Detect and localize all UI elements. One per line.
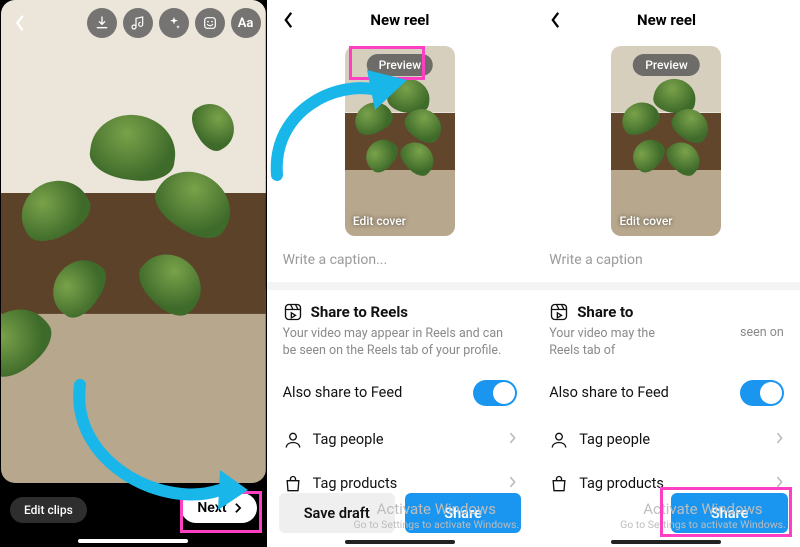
person-icon [283, 430, 303, 450]
also-share-label: Also share to Feed [549, 384, 669, 401]
screen-new-reel-2: New reel Preview Edit cover Write a capt… [267, 0, 534, 547]
caption-input[interactable]: Write a caption [533, 240, 800, 282]
windows-watermark: Activate Windows Go to Settings to activ… [353, 500, 519, 531]
tag-people-row[interactable]: Tag people [267, 418, 534, 462]
tag-people-row[interactable]: Tag people [533, 418, 800, 462]
home-indicator [78, 539, 188, 543]
plant-illustration [349, 64, 451, 218]
chevron-right-icon [775, 430, 784, 449]
share-section-subtitle: Your video may appear in Reels and can b… [283, 326, 518, 360]
person-icon [549, 430, 569, 450]
reels-icon [283, 302, 303, 322]
caption-input[interactable]: Write a caption... [267, 240, 534, 282]
header: New reel [533, 0, 800, 40]
annotation-box-preview [349, 46, 425, 80]
share-to-reels-section: Share to Reels Your video may appear in … [267, 290, 534, 368]
sticker-icon[interactable] [195, 8, 225, 38]
back-button[interactable] [6, 9, 34, 37]
edit-clips-button[interactable]: Edit clips [10, 497, 87, 523]
also-share-label: Also share to Feed [283, 384, 403, 401]
text-icon[interactable]: Aa [231, 8, 261, 38]
screen-new-reel-3: New reel Preview Edit cover Write a capt… [533, 0, 800, 547]
home-indicator [611, 540, 721, 544]
share-section-title: Share to Reels [311, 303, 408, 321]
plant-illustration [615, 64, 717, 218]
download-icon[interactable] [87, 8, 117, 38]
also-share-to-feed-row: Also share to Feed [267, 368, 534, 418]
music-icon[interactable] [123, 8, 153, 38]
share-section-subtitle-left: Your video may the Reels tab of [549, 326, 669, 360]
screen-editor: Aa Edit clips Next [0, 0, 267, 547]
annotation-box-share [660, 487, 792, 537]
video-preview-canvas[interactable] [1, 0, 266, 483]
effects-icon[interactable] [159, 8, 189, 38]
header: New reel [267, 0, 534, 40]
page-title: New reel [370, 11, 429, 29]
cover-thumbnail[interactable]: Preview Edit cover [611, 46, 721, 236]
editor-top-toolbar: Aa [0, 5, 267, 41]
back-button[interactable] [273, 0, 305, 40]
page-title: New reel [637, 11, 696, 29]
share-section-subtitle-right: seen on [740, 325, 784, 340]
home-indicator [345, 540, 455, 544]
plant-illustration [1, 70, 266, 443]
share-section-title: Share to [577, 303, 633, 321]
back-button[interactable] [539, 0, 571, 40]
preview-button[interactable]: Preview [633, 54, 700, 76]
also-share-toggle[interactable] [740, 380, 784, 406]
chevron-right-icon [508, 430, 517, 449]
edit-cover-button[interactable]: Edit cover [353, 214, 406, 228]
also-share-toggle[interactable] [473, 380, 517, 406]
reels-icon [549, 302, 569, 322]
annotation-box-next [180, 491, 262, 533]
edit-cover-button[interactable]: Edit cover [619, 214, 672, 228]
also-share-to-feed-row: Also share to Feed [533, 368, 800, 418]
